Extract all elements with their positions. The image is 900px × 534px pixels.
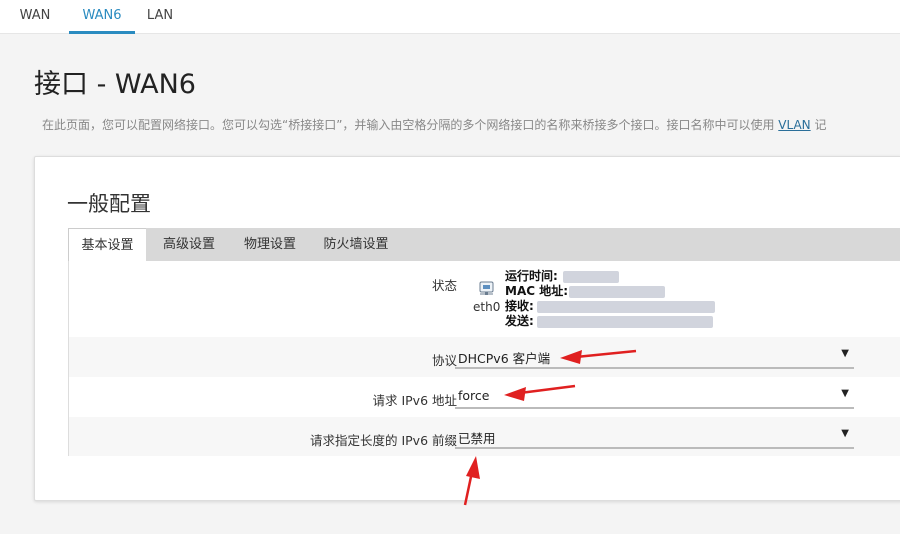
page-description: 在此页面，您可以配置网络接口。您可以勾选“桥接接口”，并输入由空格分隔的多个网络… — [42, 116, 826, 133]
uptime-label: 运行时间: — [505, 269, 558, 283]
page-description-tail: 记 — [814, 118, 827, 132]
status-label: 状态 — [431, 278, 457, 293]
config-tab-bar: 基本设置 高级设置 物理设置 防火墙设置 — [68, 228, 900, 261]
protocol-select[interactable]: DHCPv6 客户端 ▼ — [455, 345, 854, 369]
request-ipv6-row: 请求 IPv6 地址 force ▼ — [69, 377, 900, 417]
protocol-value: DHCPv6 客户端 — [458, 351, 551, 366]
redacted-mac-address — [569, 286, 665, 298]
network-port-icon — [479, 281, 494, 295]
request-ipv6-value: force — [458, 388, 490, 403]
tab-lan[interactable]: LAN — [140, 0, 180, 34]
tab-firewall-settings[interactable]: 防火墙设置 — [310, 228, 402, 261]
chevron-down-icon: ▼ — [841, 348, 849, 359]
redacted-uptime — [563, 271, 619, 283]
mac-address-label: MAC 地址: — [505, 284, 569, 298]
request-ipv6-select[interactable]: force ▼ — [455, 385, 854, 409]
redacted-tx — [537, 316, 713, 328]
chevron-down-icon: ▼ — [841, 428, 849, 439]
prefix-length-select[interactable]: 已禁用 ▼ — [455, 425, 854, 449]
tab-wan6[interactable]: WAN6 — [69, 0, 135, 34]
status-interface-name: eth0 — [473, 300, 501, 314]
page-title: 接口 - WAN6 — [34, 69, 196, 100]
tab-wan[interactable]: WAN — [8, 0, 62, 34]
status-row: 状态 eth0 运行时间: MAC 地址: 接收: 发送: — [69, 261, 900, 337]
top-tab-bar: WAN WAN6 LAN — [0, 0, 900, 34]
redacted-rx — [537, 301, 715, 313]
chevron-down-icon: ▼ — [841, 388, 849, 399]
prefix-length-value: 已禁用 — [458, 431, 496, 446]
page-description-text: 在此页面，您可以配置网络接口。您可以勾选“桥接接口”，并输入由空格分隔的多个网络… — [42, 118, 775, 132]
general-config-card: 一般配置 基本设置 高级设置 物理设置 防火墙设置 状态 eth0 运行时间: … — [34, 156, 900, 501]
basic-settings-form: 状态 eth0 运行时间: MAC 地址: 接收: 发送: 协议 DHCPv6 … — [68, 261, 900, 456]
tab-advanced-settings[interactable]: 高级设置 — [149, 228, 229, 261]
tab-physical-settings[interactable]: 物理设置 — [230, 228, 310, 261]
request-ipv6-label: 请求 IPv6 地址 — [372, 393, 457, 408]
protocol-label: 协议 — [431, 353, 457, 368]
vlan-link[interactable]: VLAN — [778, 118, 810, 132]
section-title: 一般配置 — [67, 192, 151, 216]
prefix-length-row: 请求指定长度的 IPv6 前缀 已禁用 ▼ — [69, 417, 900, 456]
tab-basic-settings[interactable]: 基本设置 — [68, 228, 146, 261]
prefix-length-label: 请求指定长度的 IPv6 前缀 — [309, 433, 457, 448]
protocol-row: 协议 DHCPv6 客户端 ▼ — [69, 337, 900, 377]
